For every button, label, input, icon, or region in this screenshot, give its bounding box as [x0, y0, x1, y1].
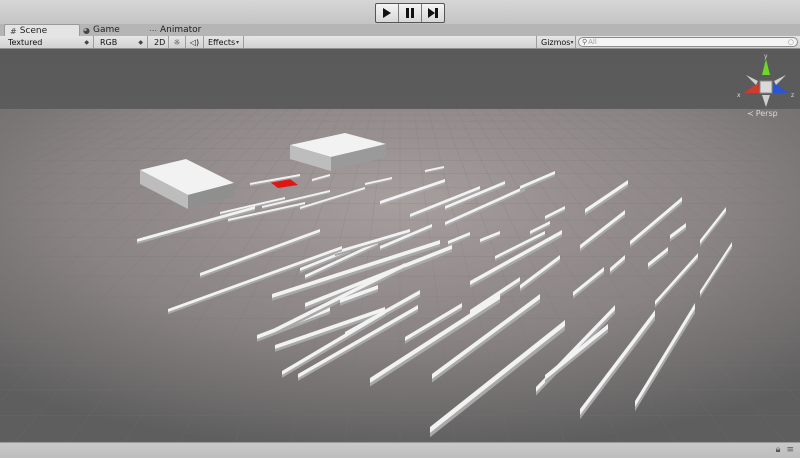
tab-scene-label: Scene — [19, 26, 48, 36]
z-axis-cone[interactable] — [772, 83, 788, 93]
render-mode-value: RGB — [100, 37, 118, 47]
dropdown-arrow-icon: ▾ — [570, 38, 574, 46]
gizmo-center-cube[interactable] — [759, 80, 773, 94]
step-button[interactable] — [422, 4, 444, 22]
toolbar — [0, 0, 800, 25]
toggle-2d-button[interactable]: 2D — [150, 36, 169, 48]
lighting-toggle[interactable]: ☼ — [169, 36, 186, 48]
animator-icon: ⋯ — [149, 25, 157, 35]
draw-mode-dropdown[interactable]: Textured ◆ — [4, 36, 94, 48]
clear-search-icon[interactable]: ○ — [788, 38, 794, 46]
effects-dropdown[interactable]: Effects ▾ — [204, 36, 244, 48]
lock-icon[interactable]: 🔒︎ — [776, 445, 781, 455]
x-axis-cone[interactable] — [744, 83, 760, 93]
gizmos-label: Gizmos — [541, 37, 571, 47]
tab-game-label: Game — [92, 25, 120, 35]
render-mode-dropdown[interactable]: RGB ◆ — [96, 36, 148, 48]
play-controls — [375, 3, 445, 23]
gizmo-y-label: y — [764, 53, 768, 60]
tab-animator[interactable]: ⋯ Animator — [144, 24, 206, 36]
speaker-icon: ◁) — [189, 37, 200, 47]
gizmo-x-label: x — [737, 92, 741, 99]
menu-icon[interactable]: ≡ — [786, 445, 794, 455]
audio-toggle[interactable]: ◁) — [186, 36, 204, 48]
play-button[interactable] — [376, 4, 399, 22]
draw-mode-value: Textured — [8, 37, 43, 47]
search-placeholder: All — [588, 38, 597, 46]
pacman-icon: ◕ — [83, 25, 90, 35]
step-icon — [428, 8, 438, 18]
tab-game[interactable]: ◕ Game — [78, 24, 125, 36]
scene-viewport[interactable]: y x z — [0, 49, 800, 442]
dropdown-arrow-icon: ◆ — [84, 38, 89, 46]
dropdown-arrow-icon: ▾ — [235, 38, 239, 46]
pause-button[interactable] — [399, 4, 422, 22]
search-icon: ⚲ — [582, 38, 588, 46]
neg-x-cone[interactable] — [746, 75, 758, 85]
neg-y-cone[interactable] — [762, 95, 770, 107]
grid-icon: # — [10, 26, 17, 36]
projection-toggle[interactable]: ≺ Persp — [747, 109, 778, 118]
projection-label: Persp — [755, 109, 778, 118]
perspective-icon: ≺ — [747, 109, 754, 118]
scene-toolbar: Textured ◆ RGB ◆ 2D ☼ ◁) Effects ▾ Gizmo… — [0, 36, 800, 49]
play-icon — [383, 8, 391, 18]
effects-label: Effects — [208, 37, 236, 47]
dropdown-arrow-icon: ◆ — [138, 38, 143, 46]
gizmo-z-label: z — [791, 92, 794, 99]
sun-icon: ☼ — [173, 37, 181, 47]
toggle-2d-label: 2D — [154, 37, 166, 47]
status-bar: 🔒︎ ≡ — [0, 442, 800, 458]
tab-animator-label: Animator — [160, 25, 202, 35]
pause-icon — [406, 8, 414, 18]
scene-canvas[interactable] — [0, 49, 800, 442]
neg-z-cone[interactable] — [774, 75, 786, 85]
y-axis-cone[interactable] — [762, 59, 770, 75]
hierarchy-search-input[interactable]: ⚲ All ○ — [578, 37, 798, 47]
view-tabs: # Scene ◕ Game ⋯ Animator — [0, 24, 800, 37]
gizmos-dropdown[interactable]: Gizmos ▾ — [536, 36, 576, 48]
